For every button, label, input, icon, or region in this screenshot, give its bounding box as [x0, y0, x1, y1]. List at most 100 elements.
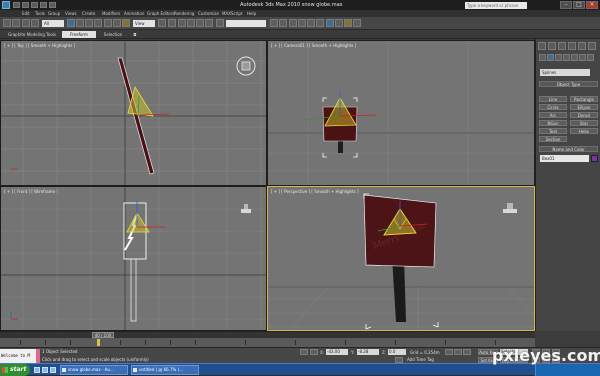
align-icon[interactable] [279, 19, 287, 27]
line-button[interactable]: Line [539, 96, 567, 102]
schematic-view-icon[interactable] [316, 19, 324, 27]
menu-graph-editors[interactable]: Graph Editors [147, 11, 174, 16]
menu-create[interactable]: Create [82, 11, 95, 16]
select-by-name-icon[interactable] [76, 19, 84, 27]
go-to-start-icon[interactable] [445, 349, 453, 355]
systems-icon[interactable] [587, 54, 594, 61]
helix-button[interactable]: Helix [570, 128, 598, 134]
lock-selection-icon[interactable] [300, 349, 308, 355]
ngon-button[interactable]: NGon [539, 120, 567, 126]
rotate-icon[interactable] [113, 19, 121, 27]
menu-customize[interactable]: Customize [198, 11, 219, 16]
selection-filter-dropdown[interactable]: All [42, 20, 64, 27]
close-button[interactable]: × [586, 1, 598, 9]
search-input[interactable]: Type a keyword or phrase [465, 2, 527, 9]
menu-tools[interactable]: Tools [35, 11, 45, 16]
snap-toggle-icon[interactable] [178, 19, 186, 27]
menu-rendering[interactable]: Rendering [174, 11, 194, 16]
quick-launch-icon[interactable] [50, 367, 56, 373]
window-crossing-icon[interactable] [94, 19, 102, 27]
shapes-icon[interactable] [547, 54, 554, 61]
viewport-camera[interactable]: [ + ] [ Camera01 ] [ Smooth + Highlights… [267, 40, 535, 186]
redo-icon[interactable] [12, 19, 20, 27]
minimize-button[interactable]: – [560, 1, 572, 9]
hierarchy-tab-icon[interactable] [558, 42, 566, 50]
named-selection-icon[interactable] [216, 19, 224, 27]
quick-launch-icon[interactable] [34, 367, 40, 373]
menu-help[interactable]: Help [247, 11, 256, 16]
move-icon[interactable] [104, 19, 112, 27]
select-object-icon[interactable] [67, 19, 75, 27]
tab-graphite-modeling-tools[interactable]: Graphite Modeling Tools [4, 31, 60, 38]
x-coordinate-field[interactable]: -43.00 [326, 349, 348, 355]
cameras-icon[interactable] [563, 54, 570, 61]
rectangular-selection-icon[interactable] [85, 19, 93, 27]
select-link-icon[interactable] [22, 19, 30, 27]
object-name-field[interactable]: Box01 [540, 155, 589, 162]
open-file-icon[interactable] [22, 2, 29, 8]
menu-modifiers[interactable]: Modifiers [102, 11, 120, 16]
maxscript-listener[interactable]: Welcome to M [0, 349, 36, 363]
menu-animation[interactable]: Animation [124, 11, 144, 16]
add-time-tag[interactable]: Add Time Tag [407, 357, 434, 362]
utilities-tab-icon[interactable] [588, 42, 596, 50]
object-color-swatch[interactable] [591, 155, 598, 162]
donut-button[interactable]: Donut [570, 112, 598, 118]
tab-selection[interactable]: Selection [98, 31, 128, 38]
maximize-button[interactable]: □ [573, 1, 585, 9]
tab-freeform[interactable]: Freeform [62, 31, 96, 38]
object-type-rollout[interactable]: Object Type [539, 81, 598, 87]
menu-views[interactable]: Views [65, 11, 77, 16]
pivot-center-icon[interactable] [158, 19, 166, 27]
viewport-front[interactable]: [ + ] [ Front ] [ Wireframe ] [0, 186, 267, 331]
menu-group[interactable]: Group [48, 11, 60, 16]
percent-snap-icon[interactable] [196, 19, 204, 27]
keyframe-marker[interactable] [97, 339, 100, 346]
undo-icon[interactable] [40, 2, 47, 8]
go-to-end-icon[interactable] [463, 349, 471, 355]
geometry-icon[interactable] [539, 54, 546, 61]
text-button[interactable]: Text [539, 128, 567, 134]
create-tab-icon[interactable] [538, 42, 546, 50]
category-dropdown[interactable]: Splines [540, 69, 590, 76]
y-coordinate-field[interactable]: -8.28 [357, 349, 379, 355]
render-setup-icon[interactable] [335, 19, 343, 27]
quick-render-icon[interactable] [353, 19, 361, 27]
quick-launch-icon[interactable] [42, 367, 48, 373]
layer-manager-icon[interactable] [289, 19, 297, 27]
menu-maxscript[interactable]: MAXScript [222, 11, 243, 16]
save-file-icon[interactable] [31, 2, 38, 8]
manipulate-icon[interactable] [168, 19, 176, 27]
graphite-toggle-icon[interactable] [298, 19, 306, 27]
section-button[interactable]: Section [539, 136, 567, 142]
track-bar[interactable] [0, 338, 535, 347]
time-slider[interactable]: 40 / 100 [0, 331, 535, 338]
lights-icon[interactable] [555, 54, 562, 61]
viewport-top[interactable]: [ + ] [ Top ] [ Smooth + Highlights ] [0, 40, 267, 186]
undo-icon[interactable] [3, 19, 11, 27]
motion-tab-icon[interactable] [568, 42, 576, 50]
render-frame-icon[interactable] [344, 19, 352, 27]
ribbon-minimize-icon[interactable]: ◘ [130, 31, 140, 38]
circle-button[interactable]: Circle [539, 104, 567, 110]
star-button[interactable]: Star [570, 120, 598, 126]
scale-icon[interactable] [122, 19, 130, 27]
redo-icon[interactable] [49, 2, 56, 8]
reference-coordinate-dropdown[interactable]: View [133, 20, 155, 27]
taskbar-item-photoshop[interactable]: untitled | @ 66.7% (... [131, 365, 199, 375]
arc-button[interactable]: Arc [539, 112, 567, 118]
modify-tab-icon[interactable] [548, 42, 556, 50]
spinner-snap-icon[interactable] [205, 19, 213, 27]
menu-edit[interactable]: Edit [22, 11, 30, 16]
viewport-perspective[interactable]: [ + ] [ Perspective ] [ Smooth + Highlig… [267, 186, 535, 331]
helpers-icon[interactable] [571, 54, 578, 61]
name-and-color-rollout[interactable]: Name and Color [539, 146, 598, 152]
unlink-icon[interactable] [31, 19, 39, 27]
space-warps-icon[interactable] [579, 54, 586, 61]
listener-mini-panel[interactable] [36, 349, 40, 363]
display-tab-icon[interactable] [578, 42, 586, 50]
app-logo-icon[interactable] [2, 1, 10, 9]
absolute-mode-icon[interactable] [310, 349, 318, 355]
mirror-icon[interactable] [270, 19, 278, 27]
rectangle-button[interactable]: Rectangle [570, 96, 598, 102]
